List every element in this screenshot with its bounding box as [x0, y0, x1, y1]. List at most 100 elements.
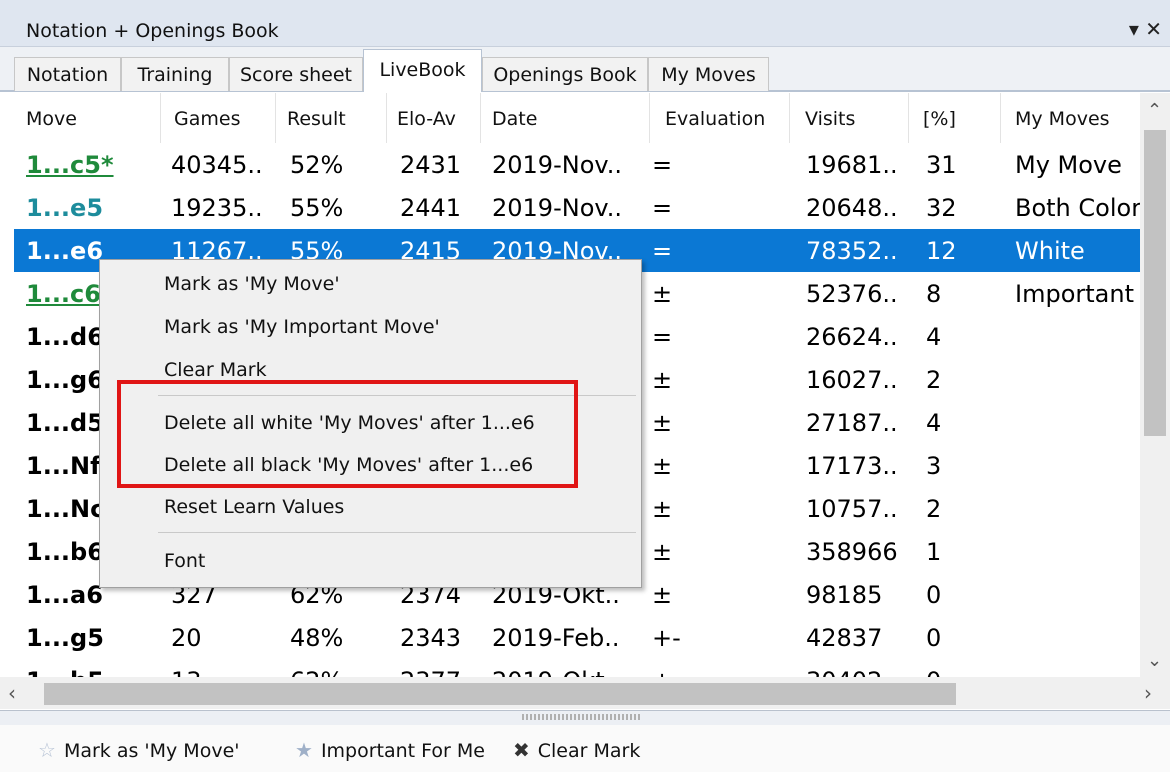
cell-visits: 42837 [806, 624, 883, 652]
tab-score-sheet[interactable]: Score sheet [229, 57, 363, 91]
menu-separator [158, 532, 636, 533]
cell-pct: 8 [926, 280, 942, 308]
col-separator[interactable] [275, 93, 276, 143]
cell-pct: 31 [926, 151, 957, 179]
tab-training[interactable]: Training [121, 57, 229, 91]
cell-elo: 2343 [400, 624, 462, 652]
important-star-icon: ★ [295, 738, 313, 762]
cell-visits: 26624.. [806, 323, 898, 351]
cell-pct: 2 [926, 495, 942, 523]
important-for-me-button[interactable]: ★ Important For Me [295, 738, 485, 762]
col-separator[interactable] [908, 93, 909, 143]
clear-mark-button[interactable]: ✖ Clear Mark [513, 738, 640, 762]
cell-mymoves: Both Color [1015, 194, 1140, 222]
scroll-right-icon[interactable]: › [1144, 681, 1152, 705]
col-separator[interactable] [160, 93, 161, 143]
col-percent[interactable]: [%] [923, 108, 956, 130]
cell-eval: = [652, 237, 673, 265]
cell-games: 19235.. [171, 194, 263, 222]
cell-eval: +- [652, 624, 681, 652]
cell-pct: 0 [926, 581, 942, 609]
col-move[interactable]: Move [26, 108, 77, 130]
cell-result: 48% [290, 624, 344, 652]
cell-move: 1...Nf [26, 452, 101, 480]
horizontal-scroll-thumb[interactable] [44, 683, 956, 705]
col-separator[interactable] [1000, 93, 1001, 143]
tab-openings-book[interactable]: Openings Book [482, 57, 648, 91]
scroll-left-icon[interactable]: ‹ [8, 681, 16, 705]
vertical-scroll-thumb[interactable] [1144, 130, 1166, 436]
table-header: Move Games Result Elo-Av Date Evaluation… [14, 93, 1140, 143]
clear-mark-icon: ✖ [513, 738, 530, 762]
menu-item-reset-learn[interactable]: Reset Learn Values [164, 496, 344, 518]
mark-my-move-button[interactable]: ☆ Mark as 'My Move' [38, 738, 239, 762]
cell-visits: 98185 [806, 581, 883, 609]
col-date[interactable]: Date [492, 108, 537, 130]
col-visits[interactable]: Visits [805, 108, 855, 130]
cell-date: 2019-Nov.. [492, 151, 622, 179]
cell-move: 1...c5* [26, 151, 114, 179]
cell-pct: 4 [926, 409, 942, 437]
table-row[interactable]: 1...c5* 40345.. 52% 2431 2019-Nov.. = 19681.. 3… [14, 143, 1140, 186]
col-games[interactable]: Games [174, 108, 240, 130]
mark-my-move-label: Mark as 'My Move' [63, 740, 240, 762]
tab-livebook[interactable]: LiveBook [363, 49, 482, 92]
menu-item-font[interactable]: Font [164, 550, 205, 572]
menu-item-mark-my-move[interactable]: Mark as 'My Move' [164, 273, 340, 295]
col-result[interactable]: Result [287, 108, 346, 130]
menu-item-clear-mark[interactable]: Clear Mark [164, 359, 267, 381]
panel-controls[interactable]: ▾ ✕ [1129, 17, 1162, 41]
cell-move: 1...e5 [26, 194, 104, 222]
table-row[interactable]: 1...e5 19235.. 55% 2441 2019-Nov.. = 20648.. 32… [14, 186, 1140, 229]
important-for-me-label: Important For Me [320, 740, 485, 762]
cell-elo: 2441 [400, 194, 462, 222]
cell-visits: 30402 [806, 667, 882, 677]
col-separator[interactable] [789, 93, 790, 143]
cell-eval: ± [652, 452, 673, 480]
cell-eval: = [652, 151, 673, 179]
tab-my-moves[interactable]: My Moves [648, 57, 769, 91]
table-row[interactable]: 1...b5 13 62% 2377 2019-Okt.. ±30402 0 [14, 659, 1140, 677]
cell-pct: 1 [926, 538, 942, 566]
cell-eval: ± [652, 538, 673, 566]
clear-mark-label: Clear Mark [537, 740, 641, 762]
cell-move: 1...Nc [26, 495, 105, 523]
col-separator[interactable] [480, 93, 481, 143]
col-separator[interactable] [649, 93, 650, 143]
col-elo-av[interactable]: Elo-Av [397, 108, 456, 130]
cell-date: 2019-Okt.. [492, 667, 620, 677]
cell-pct: 4 [926, 323, 942, 351]
cell-elo: 2377 [400, 667, 461, 677]
menu-item-mark-important[interactable]: Mark as 'My Important Move' [164, 316, 440, 338]
cell-mymoves: Important [1015, 280, 1134, 308]
cell-move: 1...g5 [26, 624, 104, 652]
cell-visits: 27187.. [806, 409, 898, 437]
cell-move: 1...a6 [26, 581, 103, 609]
cell-games: 20 [171, 624, 202, 652]
cell-eval: ± [652, 409, 673, 437]
cell-elo: 2431 [400, 151, 462, 179]
cell-move: 1...e6 [26, 237, 104, 265]
splitter-grip-icon[interactable] [522, 714, 642, 720]
panel-titlebar: Notation + Openings Book ▾ ✕ [0, 0, 1170, 47]
cell-games: 40345.. [171, 151, 263, 179]
cell-eval: ± [652, 495, 673, 523]
cell-games: 13 [171, 667, 202, 677]
cell-pct: 12 [926, 237, 957, 265]
col-separator[interactable] [386, 93, 387, 143]
cell-visits: 17173.. [806, 452, 898, 480]
tab-notation[interactable]: Notation [14, 57, 121, 91]
cell-date: 2019-Feb.. [492, 624, 620, 652]
scroll-down-icon[interactable]: ⌄ [1147, 650, 1162, 671]
table-row[interactable]: 1...g5 20 48% 2343 2019-Feb.. +- 42837 0 [14, 616, 1140, 659]
cell-pct: 2 [926, 366, 942, 394]
cell-move: 1...g6 [26, 366, 104, 394]
cell-result: 52% [290, 151, 344, 179]
col-my-moves[interactable]: My Moves [1015, 108, 1110, 130]
cell-visits: 52376.. [806, 280, 898, 308]
cell-visits: 358966 [806, 538, 898, 566]
scroll-up-icon[interactable]: ⌃ [1147, 100, 1162, 121]
cell-mymoves: My Move [1015, 151, 1122, 179]
star-icon: ☆ [38, 738, 56, 762]
col-evaluation[interactable]: Evaluation [665, 108, 765, 130]
